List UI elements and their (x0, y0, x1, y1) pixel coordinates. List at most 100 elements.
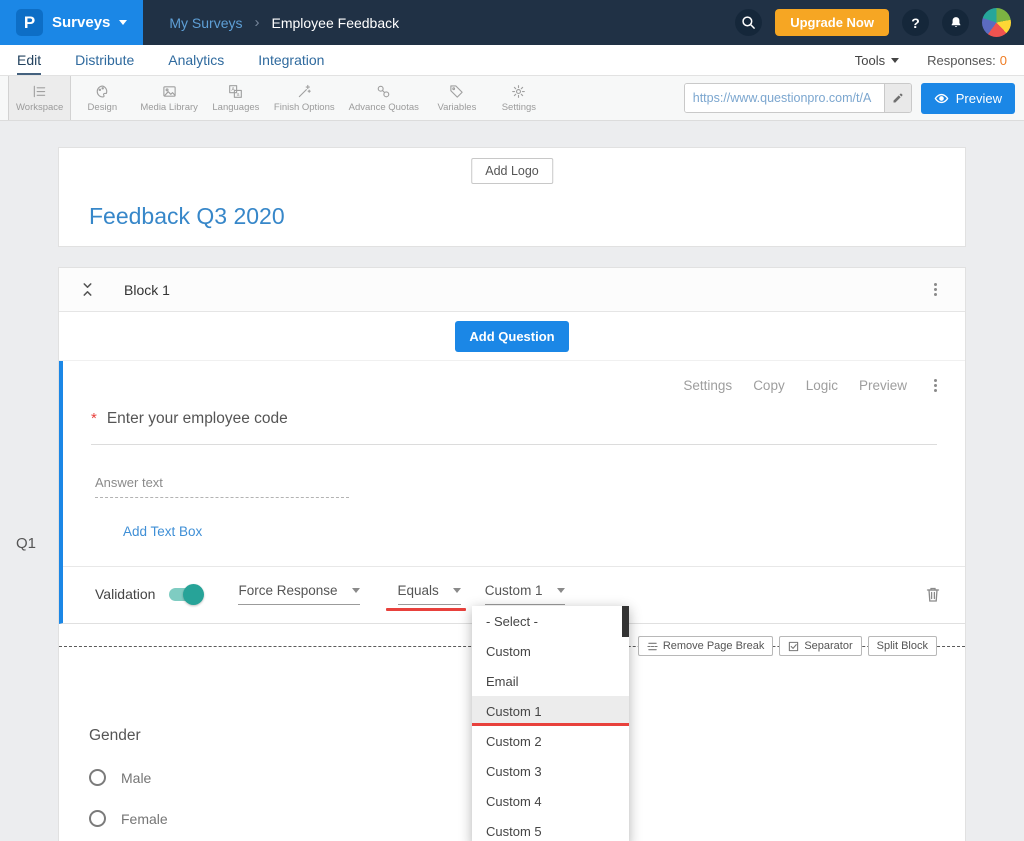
question-copy-link[interactable]: Copy (753, 378, 785, 393)
upgrade-now-button[interactable]: Upgrade Now (775, 9, 889, 36)
dropdown-item[interactable]: - Select - (472, 606, 629, 636)
page-break-buttons: Remove Page Break Separator Split Block (638, 636, 937, 656)
block-title: Block 1 (124, 282, 170, 298)
dropdown-item[interactable]: Custom 5 (472, 816, 629, 841)
search-button[interactable] (735, 9, 762, 36)
add-question-button[interactable]: Add Question (455, 321, 568, 352)
responses-link[interactable]: Responses:0 (927, 53, 1007, 68)
tab-analytics[interactable]: Analytics (168, 45, 224, 75)
bell-icon (949, 15, 963, 30)
toolbar-item-advance-quotas[interactable]: Advance Quotas (342, 76, 426, 120)
tabbar-right: Tools Responses:0 (855, 53, 1007, 68)
collapse-block-button[interactable] (81, 282, 94, 297)
answer-text-field[interactable]: Answer text (95, 475, 349, 498)
preview-button[interactable]: Preview (921, 83, 1015, 114)
question-text[interactable]: Enter your employee code (107, 410, 288, 428)
scrollbar-thumb[interactable] (622, 606, 629, 637)
tab-distribute[interactable]: Distribute (75, 45, 134, 75)
user-avatar[interactable] (982, 8, 1011, 37)
force-response-value: Force Response (238, 583, 337, 598)
breadcrumb-separator-icon: › (255, 14, 260, 31)
question-kebab-menu-icon[interactable] (934, 384, 937, 387)
dropdown-item[interactable]: Custom 2 (472, 726, 629, 756)
dropdown-item[interactable]: Email (472, 666, 629, 696)
trash-icon (925, 586, 941, 603)
toolbar-item-label: Media Library (140, 102, 198, 113)
toolbar-item-media-library[interactable]: Media Library (133, 76, 205, 120)
svg-text:a: a (237, 92, 240, 98)
survey-url-input[interactable] (685, 84, 884, 112)
questionpro-logo: P (16, 9, 43, 36)
search-icon (741, 15, 756, 30)
dropdown-item-selected[interactable]: Custom 1 (472, 696, 629, 726)
split-block-button[interactable]: Split Block (868, 636, 937, 656)
tag-icon (449, 84, 464, 99)
separator-label: Separator (804, 640, 852, 652)
validation-label: Validation (95, 586, 155, 602)
validation-value: Custom 1 (485, 583, 543, 598)
wand-icon (297, 84, 312, 99)
tools-menu[interactable]: Tools (855, 53, 899, 68)
toolbar-item-settings[interactable]: Settings (488, 76, 550, 120)
checkbox-icon (788, 641, 799, 652)
toggle-knob (183, 584, 204, 605)
responses-count: 0 (1000, 53, 1007, 68)
question-preview-link[interactable]: Preview (859, 378, 907, 393)
dropdown-item[interactable]: Custom 4 (472, 786, 629, 816)
question-card-q1: Settings Copy Logic Preview * Enter your… (59, 361, 965, 624)
help-button[interactable]: ? (902, 9, 929, 36)
validation-value-select[interactable]: Custom 1 (485, 583, 565, 605)
chevron-down-icon (557, 588, 565, 593)
radio-button[interactable] (89, 810, 106, 827)
validation-value-dropdown: - Select - Custom Email Custom 1 Custom … (472, 606, 629, 841)
delete-question-button[interactable] (925, 586, 941, 603)
quota-link-icon (376, 84, 391, 99)
block-kebab-menu-icon[interactable] (934, 288, 937, 291)
notifications-button[interactable] (942, 9, 969, 36)
question-settings-link[interactable]: Settings (683, 378, 732, 393)
required-marker: * (91, 410, 97, 428)
add-logo-button[interactable]: Add Logo (471, 158, 553, 184)
editor-toolbar: Workspace Design Media Library Aa Langua… (0, 76, 1024, 121)
palette-icon (95, 84, 110, 99)
top-bar: P Surveys My Surveys › Employee Feedback… (0, 0, 1024, 45)
toolbar-item-label: Languages (212, 102, 259, 113)
validation-operator-select[interactable]: Equals (398, 583, 461, 605)
chevron-down-icon (453, 588, 461, 593)
chevron-down-icon (119, 20, 127, 25)
topbar-actions: Upgrade Now ? (735, 8, 1024, 37)
answer-option-label: Male (121, 770, 151, 786)
question-text-row: * Enter your employee code (91, 410, 937, 445)
image-icon (162, 84, 177, 99)
dropdown-item[interactable]: Custom (472, 636, 629, 666)
translate-icon: Aa (228, 84, 243, 99)
toolbar-item-label: Variables (437, 102, 476, 113)
add-text-box-link[interactable]: Add Text Box (123, 524, 202, 539)
toolbar-item-workspace[interactable]: Workspace (8, 76, 71, 120)
toolbar-item-finish-options[interactable]: Finish Options (267, 76, 342, 120)
toolbar-item-languages[interactable]: Aa Languages (205, 76, 267, 120)
breadcrumb-my-surveys[interactable]: My Surveys (169, 15, 242, 31)
survey-title[interactable]: Feedback Q3 2020 (89, 203, 285, 230)
chevron-down-icon (891, 58, 899, 63)
toolbar-item-design[interactable]: Design (71, 76, 133, 120)
tab-edit[interactable]: Edit (17, 45, 41, 75)
block-header: Block 1 (59, 268, 965, 312)
question-logic-link[interactable]: Logic (806, 378, 838, 393)
main-nav-tabs: Edit Distribute Analytics Integration To… (0, 45, 1024, 76)
remove-page-break-button[interactable]: Remove Page Break (638, 636, 774, 656)
page-break-icon (647, 641, 658, 652)
validation-toggle[interactable] (169, 588, 202, 601)
force-response-select[interactable]: Force Response (238, 583, 359, 605)
pencil-icon (892, 92, 904, 104)
radio-button[interactable] (89, 769, 106, 786)
operator-value: Equals (398, 583, 439, 598)
surveys-menu-label: Surveys (52, 14, 110, 31)
dropdown-item[interactable]: Custom 3 (472, 756, 629, 786)
separator-button[interactable]: Separator (779, 636, 861, 656)
toolbar-item-variables[interactable]: Variables (426, 76, 488, 120)
surveys-product-menu[interactable]: P Surveys (0, 0, 143, 45)
edit-url-button[interactable] (884, 84, 911, 112)
question-number-q1: Q1 (16, 535, 36, 552)
tab-integration[interactable]: Integration (258, 45, 324, 75)
